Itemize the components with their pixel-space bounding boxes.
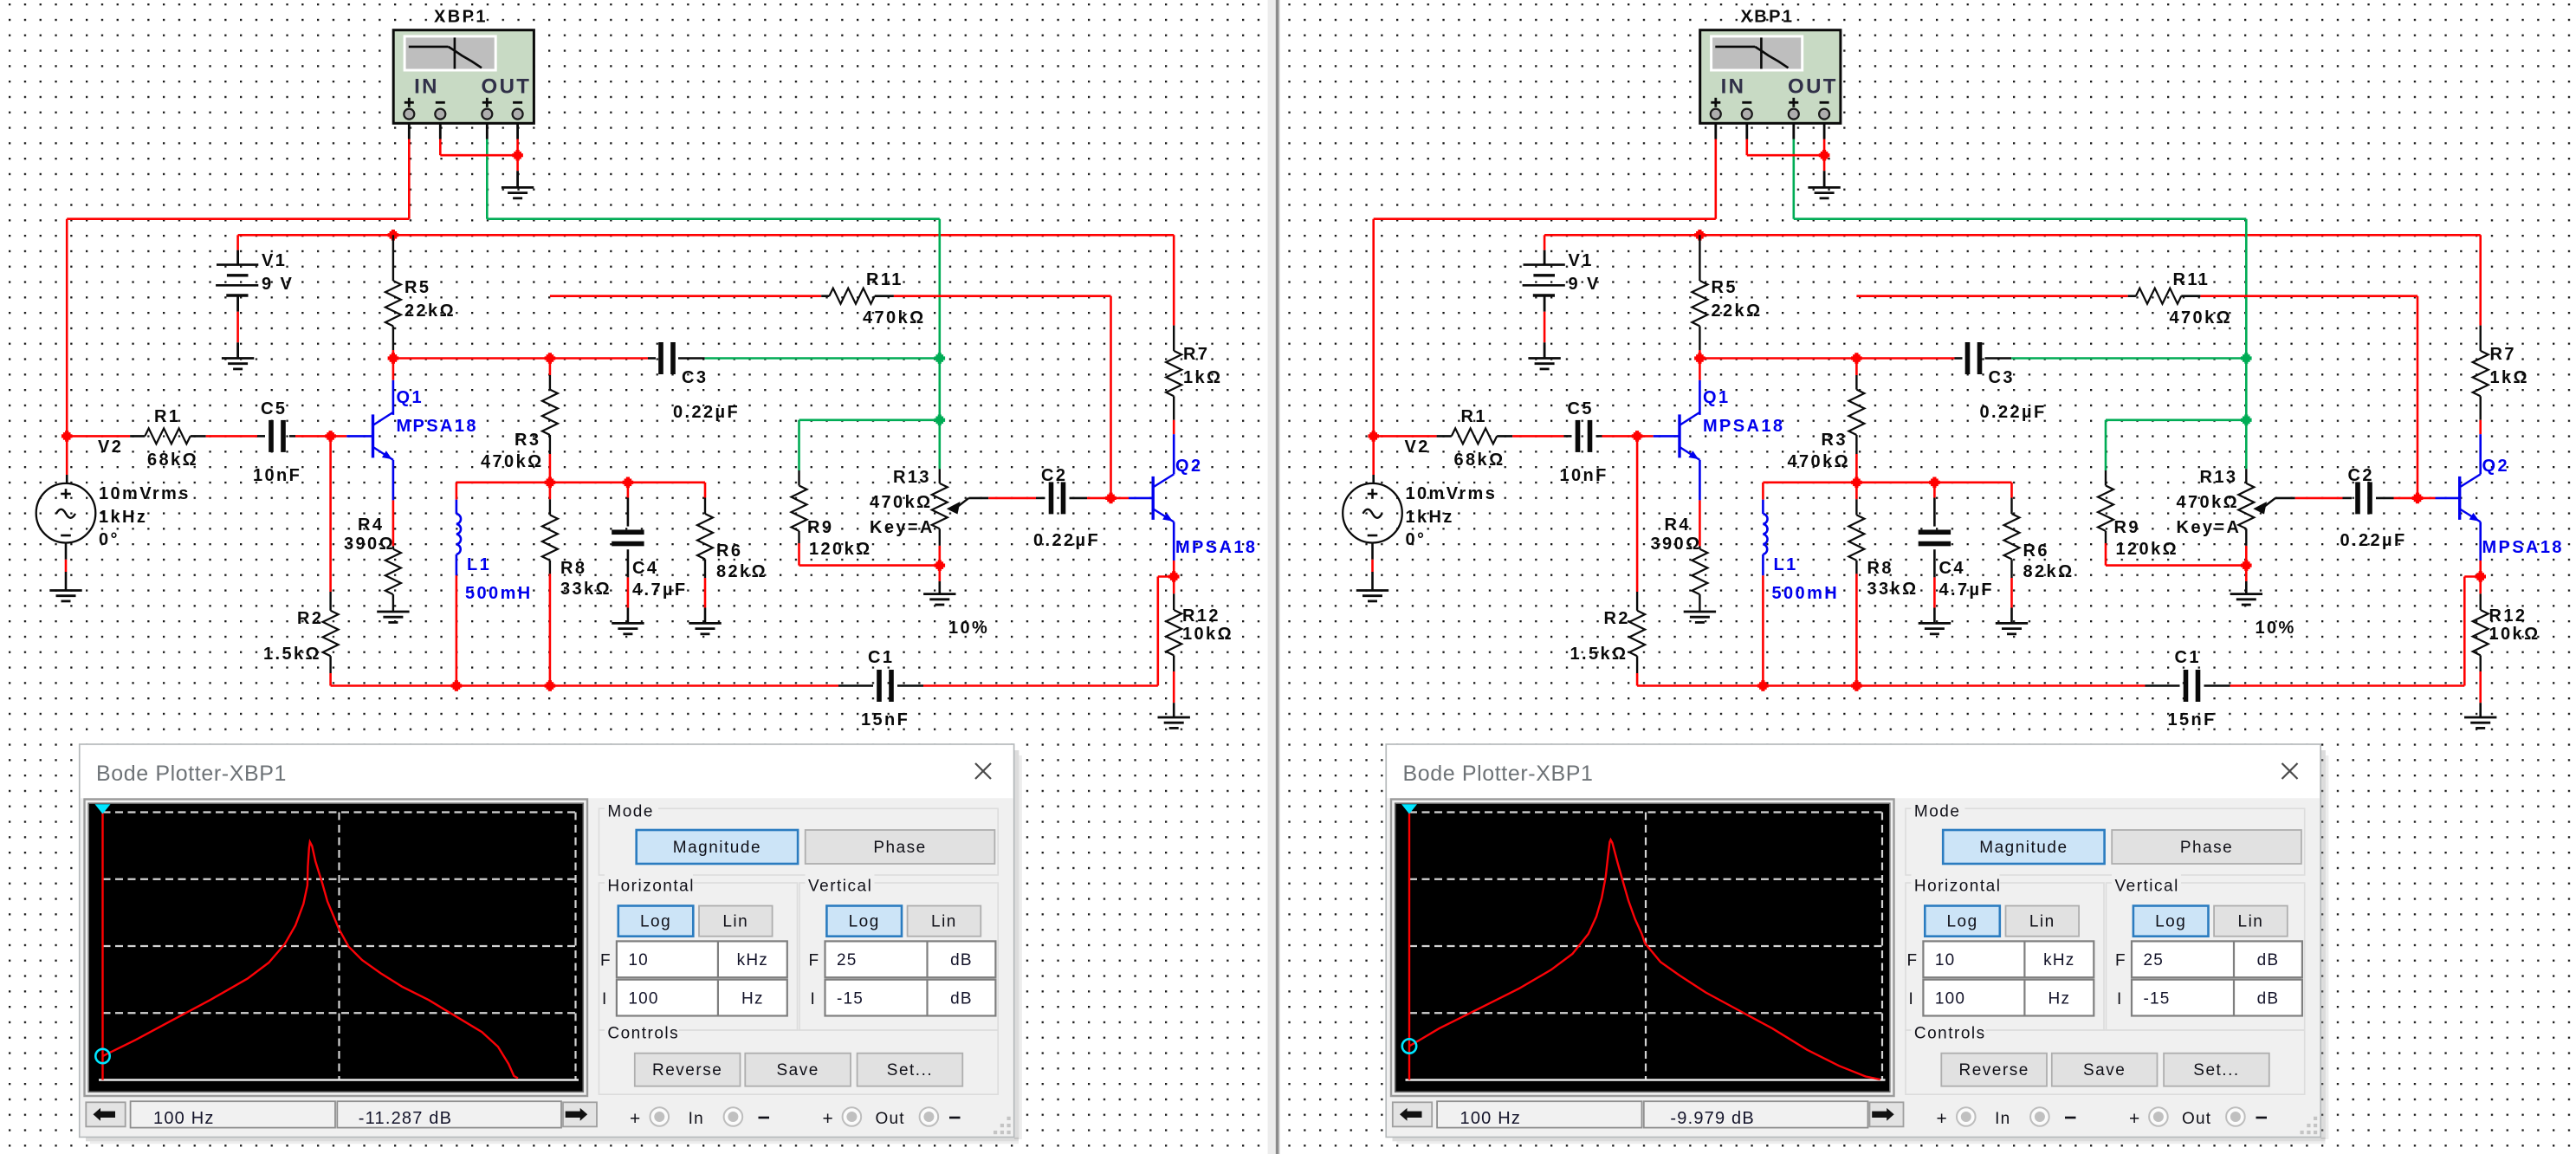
svg-text:-9.979 dB: -9.979 dB — [1670, 1109, 1755, 1128]
svg-text:-11.287 dB: -11.287 dB — [359, 1109, 452, 1128]
